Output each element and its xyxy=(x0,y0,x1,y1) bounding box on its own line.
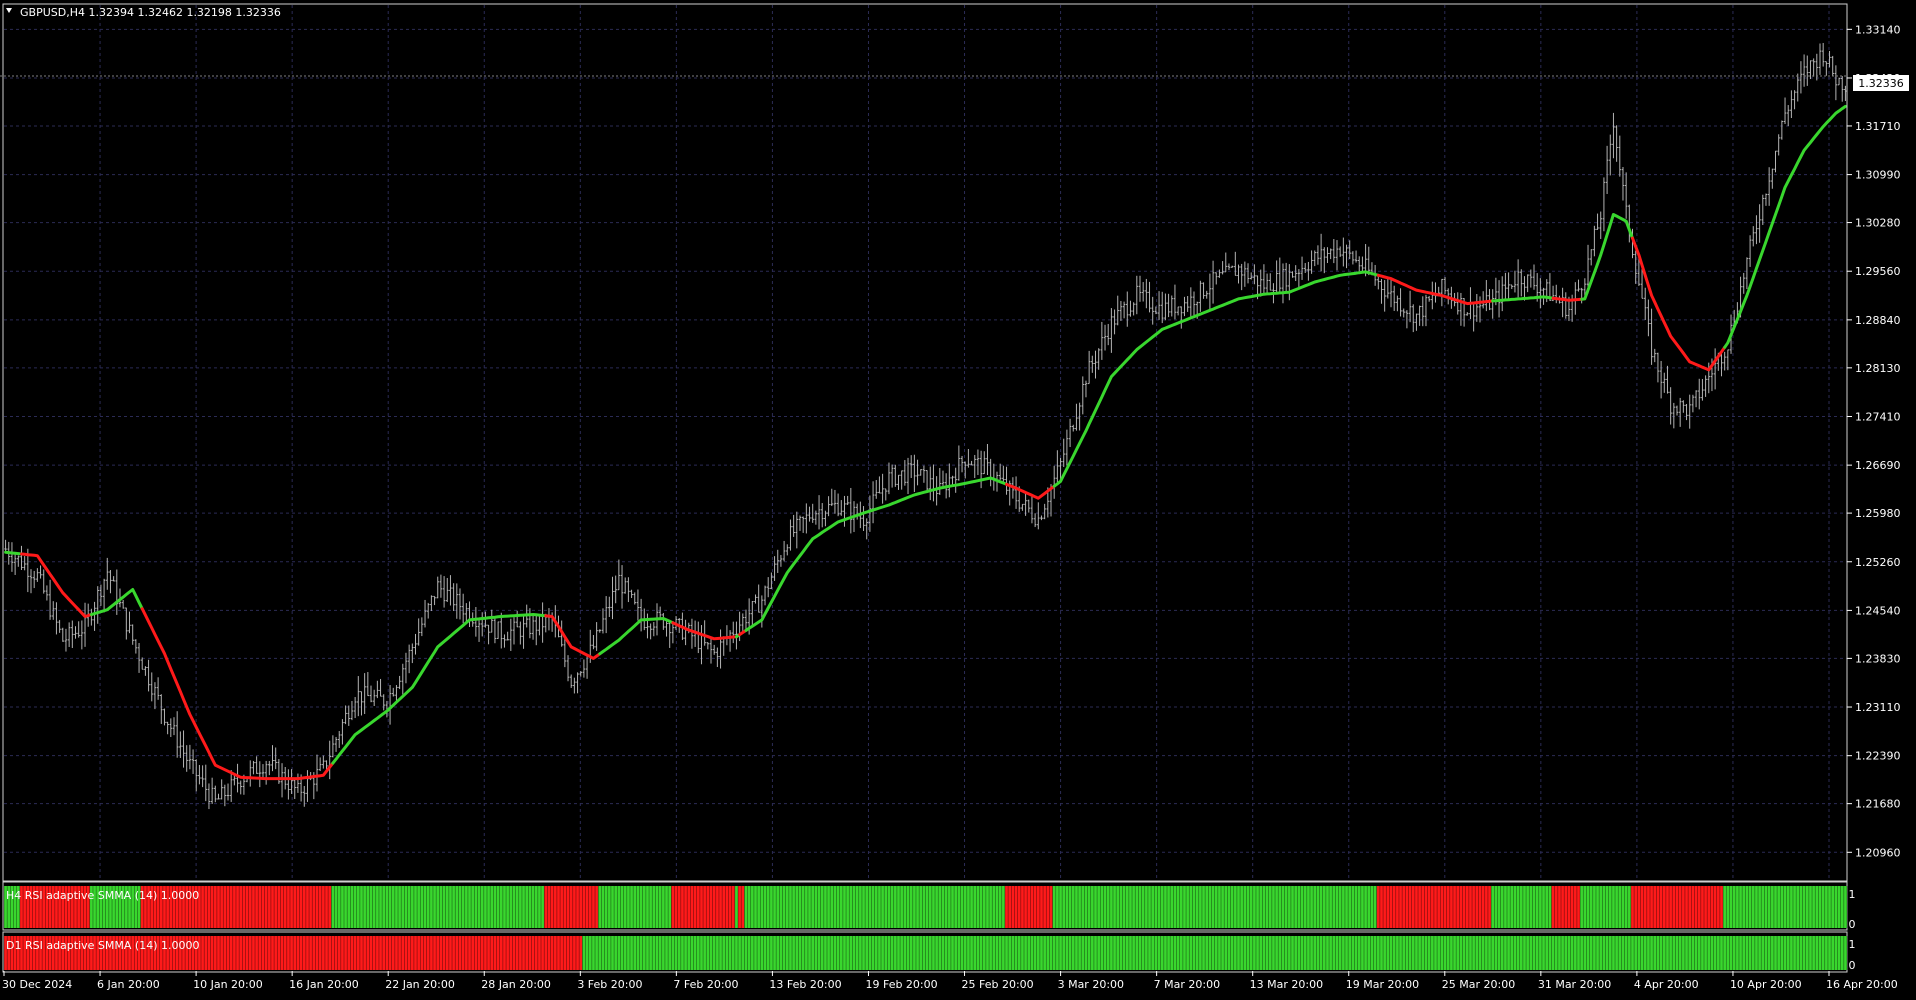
price-tick-label: 1.30280 xyxy=(1855,217,1901,230)
histogram-segment-down xyxy=(1004,886,1053,928)
price-tick-label: 1.29560 xyxy=(1855,265,1901,278)
chart-canvas[interactable]: 1.331401.324201.317101.309901.302801.295… xyxy=(0,0,1916,996)
time-tick-label: 31 Mar 20:00 xyxy=(1538,978,1611,991)
price-tick-label: 1.26690 xyxy=(1855,459,1901,472)
time-tick-label: 19 Mar 20:00 xyxy=(1346,978,1419,991)
d1-scale-bottom: 0 xyxy=(1849,959,1856,972)
time-tick-label: 25 Feb 20:00 xyxy=(962,978,1034,991)
time-tick-label: 19 Feb 20:00 xyxy=(865,978,937,991)
histogram-segment-up xyxy=(598,886,672,928)
price-tick-label: 1.23830 xyxy=(1855,652,1901,665)
time-tick-label: 13 Mar 20:00 xyxy=(1250,978,1323,991)
price-tick-label: 1.28840 xyxy=(1855,314,1901,327)
time-tick-label: 6 Jan 20:00 xyxy=(97,978,160,991)
h4-panel-label: H4 RSI adaptive SMMA (14) 1.0000 xyxy=(6,889,199,902)
time-tick-label: 3 Mar 20:00 xyxy=(1058,978,1124,991)
price-tick-label: 1.33140 xyxy=(1855,23,1901,36)
price-tick-label: 1.22390 xyxy=(1855,750,1901,763)
time-tick-label: 3 Feb 20:00 xyxy=(577,978,642,991)
time-tick-label: 16 Apr 20:00 xyxy=(1826,978,1898,991)
time-tick-label: 30 Dec 2024 xyxy=(2,978,72,991)
h4-scale-top: 1 xyxy=(1849,888,1856,901)
trading-chart[interactable]: 1.331401.324201.317101.309901.302801.295… xyxy=(0,0,1916,996)
histogram-segment-down xyxy=(544,886,599,928)
time-tick-label: 10 Jan 20:00 xyxy=(193,978,263,991)
time-tick-label: 4 Apr 20:00 xyxy=(1634,978,1699,991)
price-tick-label: 1.23110 xyxy=(1855,701,1901,714)
time-tick-label: 13 Feb 20:00 xyxy=(769,978,841,991)
price-tick-label: 1.25260 xyxy=(1855,556,1901,569)
price-tick-label: 1.21680 xyxy=(1855,798,1901,811)
time-tick-label: 7 Feb 20:00 xyxy=(673,978,738,991)
price-tick-label: 1.31710 xyxy=(1855,120,1901,133)
d1-scale-top: 1 xyxy=(1849,938,1856,951)
indicator-panels xyxy=(3,886,1848,970)
price-tick-label: 1.30990 xyxy=(1855,169,1901,182)
histogram-segment-down xyxy=(1551,886,1581,928)
price-tick-label: 1.28130 xyxy=(1855,362,1901,375)
price-tick-label: 1.24540 xyxy=(1855,604,1901,617)
current-price-label: 1.32336 xyxy=(1858,77,1904,90)
smma-segment-up xyxy=(4,550,23,556)
histogram-segment-up xyxy=(1491,886,1552,928)
time-tick-label: 22 Jan 20:00 xyxy=(385,978,455,991)
chart-background xyxy=(0,0,1916,996)
time-tick-label: 16 Jan 20:00 xyxy=(289,978,359,991)
time-tick-label: 28 Jan 20:00 xyxy=(481,978,551,991)
time-tick-label: 7 Mar 20:00 xyxy=(1154,978,1220,991)
d1-panel-label: D1 RSI adaptive SMMA (14) 1.0000 xyxy=(6,939,199,952)
h4-scale-bottom: 0 xyxy=(1849,918,1856,931)
price-tick-label: 1.25980 xyxy=(1855,507,1901,520)
histogram-segment-up xyxy=(1723,886,1847,928)
price-tick-label: 1.27410 xyxy=(1855,410,1901,423)
time-tick-label: 10 Apr 20:00 xyxy=(1730,978,1802,991)
histogram-segment-down xyxy=(1630,886,1724,928)
time-tick-label: 25 Mar 20:00 xyxy=(1442,978,1515,991)
histogram-segment-up xyxy=(734,886,739,928)
price-tick-label: 1.20960 xyxy=(1855,846,1901,859)
symbol-header: GBPUSD,H4 1.32394 1.32462 1.32198 1.3233… xyxy=(20,6,281,19)
